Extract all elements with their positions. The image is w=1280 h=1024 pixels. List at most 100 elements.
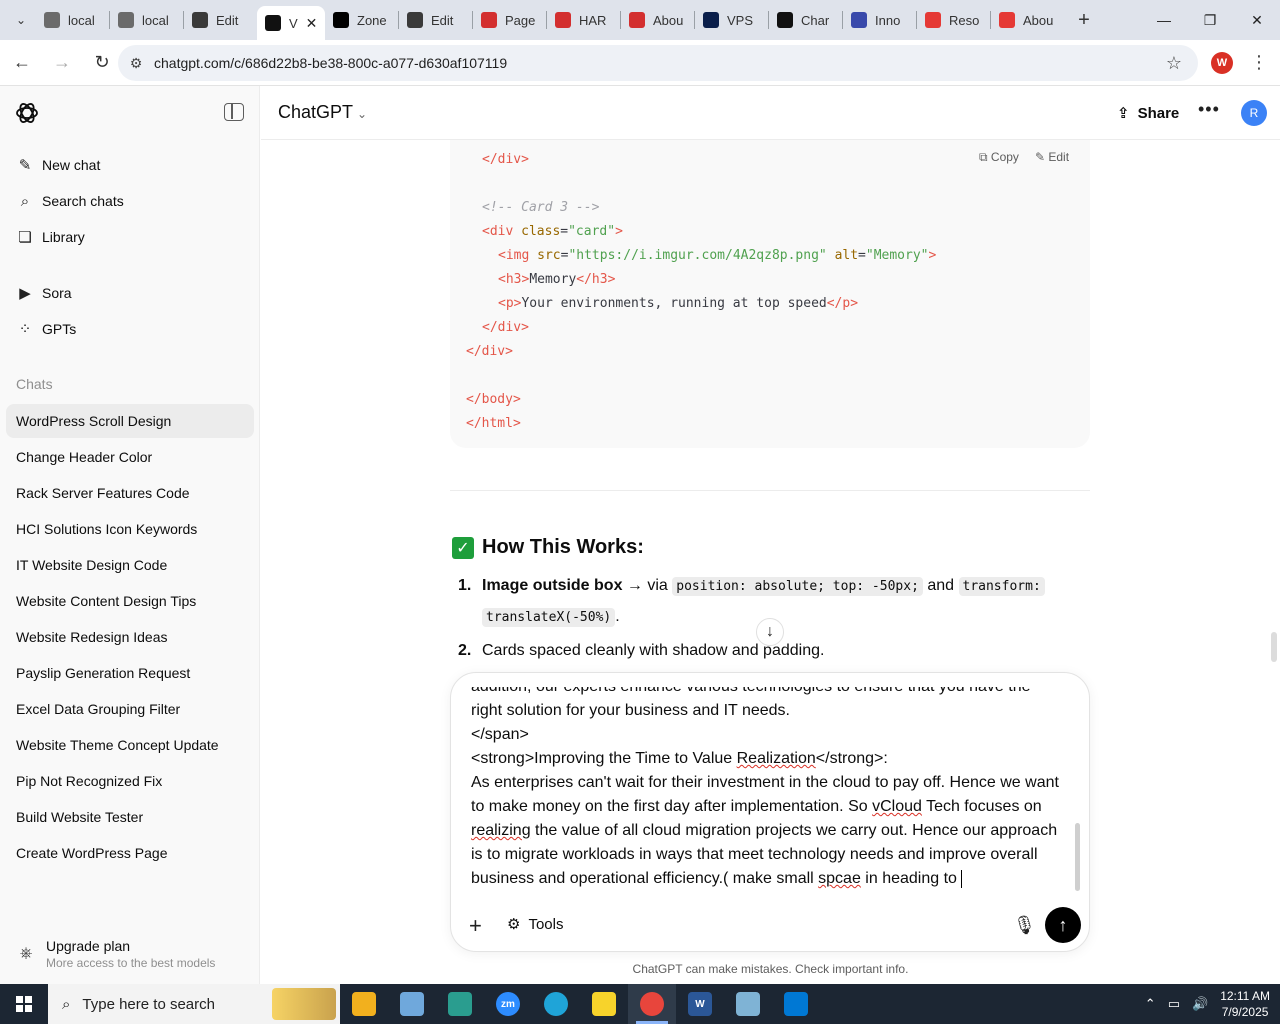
browser-tab[interactable]: Page	[473, 4, 546, 36]
inline-code: transform:	[958, 577, 1045, 596]
new-tab-button[interactable]: +	[1070, 6, 1098, 34]
chat-history-item[interactable]: IT Website Design Code	[6, 548, 254, 582]
search-chats-button[interactable]: ⌕ Search chats	[6, 184, 254, 218]
minimize-icon[interactable]: —	[1141, 0, 1187, 40]
chevron-up-icon[interactable]: ⌃	[1145, 996, 1156, 1012]
code-token: </p>	[826, 296, 859, 311]
sora-button[interactable]: ▶ Sora	[6, 276, 254, 310]
chat-history-item[interactable]: Website Redesign Ideas	[6, 620, 254, 654]
openai-logo-icon[interactable]	[14, 100, 40, 126]
user-avatar[interactable]: R	[1241, 100, 1267, 126]
reload-icon[interactable]: ↻	[84, 45, 120, 81]
url-text[interactable]: chatgpt.com/c/686d22b8-be38-800c-a077-d6…	[154, 55, 507, 71]
openai-icon	[265, 15, 281, 31]
library-button[interactable]: ❏ Library	[6, 220, 254, 254]
word-app[interactable]: W	[676, 984, 724, 1024]
prompt-textarea[interactable]: addition, our experts enhance various te…	[471, 687, 1071, 897]
chat-history-item[interactable]: Website Content Design Tips	[6, 584, 254, 618]
forward-icon[interactable]: →	[44, 45, 80, 81]
browser-tab[interactable]: Edit	[399, 4, 472, 36]
send-button[interactable]: ↑	[1045, 907, 1081, 943]
vscode-app[interactable]	[772, 984, 820, 1024]
bookmark-star-icon[interactable]: ☆	[1166, 53, 1182, 74]
composer-scrollbar[interactable]	[1075, 823, 1080, 891]
chat-history-item[interactable]: Rack Server Features Code	[6, 476, 254, 510]
share-label: Share	[1137, 104, 1180, 122]
pencil-icon: ✎	[1034, 150, 1045, 164]
chat-history-item[interactable]: Excel Data Grouping Filter	[6, 692, 254, 726]
taskbar-search-placeholder: Type here to search	[82, 995, 215, 1013]
network-icon[interactable]: ▭	[1168, 996, 1180, 1012]
message-composer[interactable]: addition, our experts enhance various te…	[450, 672, 1090, 952]
close-sidebar-icon[interactable]	[224, 103, 244, 121]
wordpress-icon	[192, 12, 208, 28]
scroll-to-bottom-icon[interactable]: ↓	[756, 618, 784, 646]
file-explorer-app[interactable]	[340, 984, 388, 1024]
volume-icon[interactable]: 🔊	[1192, 996, 1208, 1012]
tools-label: Tools	[528, 915, 564, 933]
edge-app[interactable]	[532, 984, 580, 1024]
browser-tab[interactable]: Reso	[917, 4, 990, 36]
library-icon: ❏	[18, 229, 32, 246]
browser-tab[interactable]: V ✕	[257, 6, 325, 40]
new-chat-button[interactable]: ✎ New chat	[6, 148, 254, 182]
sora-label: Sora	[42, 285, 72, 301]
browser-tab[interactable]: VPS	[695, 4, 768, 36]
chat-history-item[interactable]: Payslip Generation Request	[6, 656, 254, 690]
chrome-app[interactable]	[628, 984, 676, 1024]
share-button[interactable]: ⇪ Share	[1117, 100, 1179, 126]
copy-code-button[interactable]: ⧉ Copy	[979, 150, 1019, 165]
notepad-app[interactable]	[724, 984, 772, 1024]
chat-history-item[interactable]: HCI Solutions Icon Keywords	[6, 512, 254, 546]
browser-tab[interactable]: Zone	[325, 4, 398, 36]
code-token: </html>	[466, 416, 521, 431]
browser-menu-icon[interactable]: ⋮	[1250, 52, 1268, 73]
more-options-icon[interactable]: •••	[1198, 99, 1220, 120]
tab-title: Reso	[949, 12, 980, 28]
close-window-icon[interactable]: ✕	[1234, 0, 1280, 40]
model-selector[interactable]: ChatGPT ⌄	[278, 102, 367, 123]
tab-search-chevron-icon[interactable]: ⌄	[6, 6, 36, 34]
edit-code-button[interactable]: ✎ Edit	[1035, 150, 1069, 165]
browser-tab[interactable]: Abou	[621, 4, 694, 36]
site-info-icon[interactable]: ⚙	[118, 55, 154, 72]
chat-history-item[interactable]: WordPress Scroll Design	[6, 404, 254, 438]
chat-history-item[interactable]: Change Header Color	[6, 440, 254, 474]
gpts-button[interactable]: ⁘ GPTs	[6, 312, 254, 346]
microphone-icon[interactable]: 🎙	[1013, 915, 1036, 936]
chat-history-item[interactable]: Website Theme Concept Update	[6, 728, 254, 762]
browser-tab[interactable]: Edit	[184, 4, 257, 36]
browser-tab[interactable]: local	[110, 4, 183, 36]
paint-app[interactable]	[388, 984, 436, 1024]
folder-icon	[352, 992, 376, 1016]
sticky-notes-app[interactable]	[580, 984, 628, 1024]
page-scrollbar[interactable]	[1271, 632, 1277, 662]
tab-title: Abou	[653, 12, 684, 28]
chat-history-item[interactable]: Pip Not Recognized Fix	[6, 764, 254, 798]
browser-tab[interactable]: Inno	[843, 4, 916, 36]
swirl-icon	[851, 12, 867, 28]
close-tab-icon[interactable]: ✕	[306, 15, 318, 32]
upgrade-plan-button[interactable]: ⎈ Upgrade plan More access to the best m…	[6, 932, 254, 976]
browser-tab[interactable]: HAR	[547, 4, 620, 36]
browser-profile-avatar[interactable]: W	[1211, 52, 1233, 74]
tools-button[interactable]: ⚙ Tools	[507, 915, 564, 934]
teal-app[interactable]	[436, 984, 484, 1024]
browser-tab[interactable]: Abou	[991, 4, 1064, 36]
omnibox[interactable]: ⚙ chatgpt.com/c/686d22b8-be38-800c-a077-…	[118, 45, 1198, 81]
zoom-app[interactable]: zm	[484, 984, 532, 1024]
chat-history-item[interactable]: Create WordPress Page	[6, 836, 254, 870]
browser-tab[interactable]: Char	[769, 4, 842, 36]
chat-header: ChatGPT ⌄ ⇪ Share ••• R	[261, 86, 1280, 140]
add-attachment-icon[interactable]: +	[469, 913, 482, 939]
slash-icon	[925, 12, 941, 28]
clock[interactable]: 12:11 AM 7/9/2025	[1220, 988, 1270, 1020]
chat-history-item[interactable]: Build Website Tester	[6, 800, 254, 834]
taskbar-search[interactable]: ⌕ Type here to search	[48, 984, 340, 1024]
browser-tab[interactable]: local	[36, 4, 109, 36]
back-icon[interactable]: ←	[4, 45, 40, 81]
inline-code: translateX(-50%)	[482, 608, 616, 627]
restore-icon[interactable]: ❐	[1187, 0, 1233, 40]
start-button[interactable]	[0, 984, 48, 1024]
